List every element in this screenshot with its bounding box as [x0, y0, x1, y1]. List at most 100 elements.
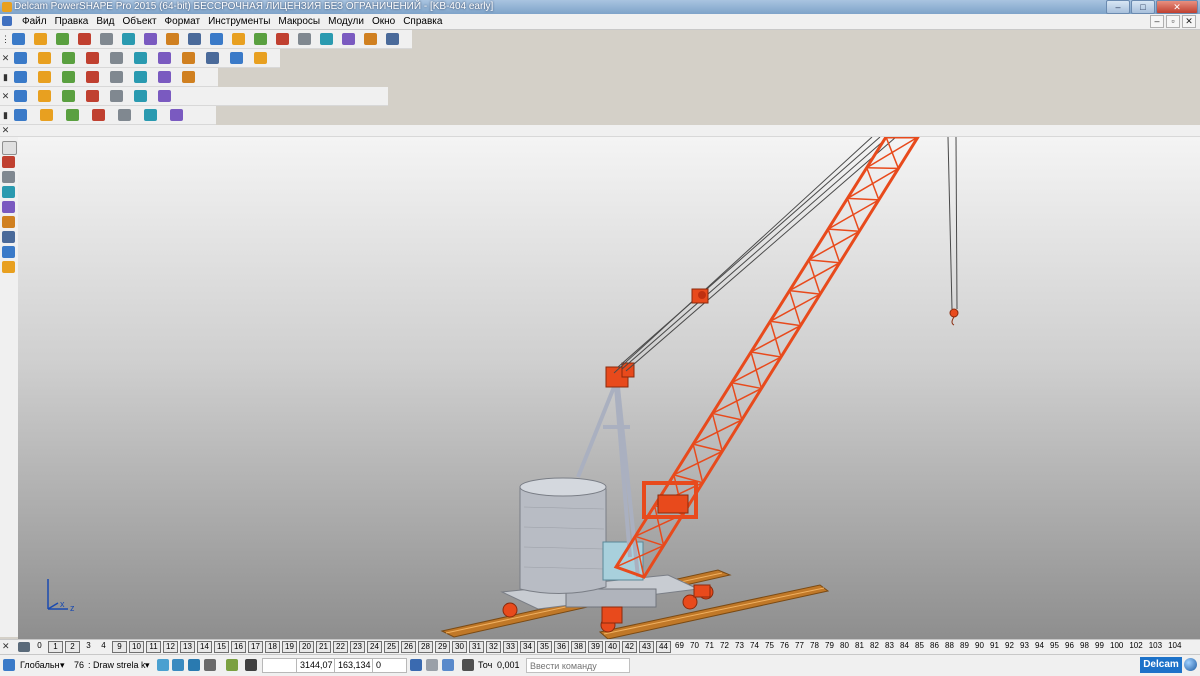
doc-close-button[interactable]: ✕ [1182, 15, 1196, 28]
level-button[interactable]: 39 [588, 641, 603, 653]
cube-icon[interactable] [14, 71, 27, 83]
level-button[interactable]: 70 [688, 641, 701, 651]
light-icon[interactable] [254, 52, 267, 64]
feature-icon[interactable] [2, 156, 15, 168]
level-button[interactable]: 40 [605, 641, 620, 653]
fillet-icon[interactable] [2, 246, 15, 258]
level-button[interactable]: 82 [868, 641, 881, 651]
analysis-icon[interactable] [118, 109, 131, 121]
move-icon[interactable] [134, 90, 147, 102]
toolbar-grip[interactable]: ⋮ [1, 32, 10, 46]
coord-z-field[interactable]: 0 [372, 658, 407, 673]
wireframe-icon[interactable] [230, 52, 243, 64]
menu-item-6[interactable]: Макросы [274, 15, 324, 28]
tool-icon[interactable] [386, 33, 399, 45]
level-name-select[interactable]: : Draw strela k [88, 658, 146, 672]
revolve-icon[interactable] [158, 71, 171, 83]
input-mode-icon[interactable] [426, 659, 438, 671]
level-button[interactable]: 42 [622, 641, 637, 653]
minimize-button[interactable]: – [1106, 0, 1130, 14]
level-button[interactable]: 19 [282, 641, 297, 653]
level-button[interactable]: 13 [180, 641, 195, 653]
rotate-icon[interactable] [182, 52, 195, 64]
grid-icon[interactable] [245, 659, 257, 671]
level-button[interactable]: 33 [503, 641, 518, 653]
level-button[interactable]: 81 [853, 641, 866, 651]
section-icon[interactable] [92, 109, 105, 121]
torus-icon[interactable] [86, 71, 99, 83]
redo-icon[interactable] [210, 33, 223, 45]
graphics-viewport[interactable]: x z [18, 137, 1200, 639]
level-button[interactable]: 92 [1003, 641, 1016, 651]
level-button[interactable]: 15 [214, 641, 229, 653]
level-button[interactable]: 31 [469, 641, 484, 653]
toolbar-close-icon[interactable]: ✕ [1, 125, 10, 136]
level-button[interactable]: 34 [520, 641, 535, 653]
mirror-icon[interactable] [62, 90, 75, 102]
solid-tool-icon[interactable] [2, 186, 15, 198]
command-input[interactable] [526, 658, 630, 673]
lock-icon[interactable] [204, 659, 216, 671]
save-icon[interactable] [56, 33, 69, 45]
level-button[interactable]: 1 [48, 641, 63, 653]
doc-minimize-button[interactable]: – [1150, 15, 1164, 28]
shade-icon[interactable] [206, 52, 219, 64]
level-button[interactable]: 80 [838, 641, 851, 651]
menu-item-8[interactable]: Окно [368, 15, 399, 28]
toolbar-grip[interactable]: ▮ [1, 70, 10, 84]
menu-item-0[interactable]: Файл [18, 15, 51, 28]
undo-icon[interactable] [100, 33, 113, 45]
level-button[interactable]: 4 [97, 641, 110, 651]
level-button[interactable]: 90 [973, 641, 986, 651]
grid-value-field[interactable] [262, 658, 297, 673]
level-button[interactable]: 30 [452, 641, 467, 653]
workplane-toggle-icon[interactable] [226, 659, 238, 671]
sweep-icon[interactable] [2, 261, 15, 273]
snap-icon[interactable] [172, 659, 184, 671]
document-icon[interactable] [2, 16, 12, 26]
print-icon[interactable] [78, 33, 91, 45]
level-button[interactable]: 85 [913, 641, 926, 651]
level-number[interactable]: 76 [74, 658, 84, 672]
level-button[interactable]: 93 [1018, 641, 1031, 651]
level-button[interactable]: 83 [883, 641, 896, 651]
level-button[interactable]: 76 [778, 641, 791, 651]
scale-icon[interactable] [110, 90, 123, 102]
plane-icon[interactable] [2, 201, 15, 213]
zoom-out-icon[interactable] [134, 52, 147, 64]
solid-icon[interactable] [342, 33, 355, 45]
render-icon[interactable] [144, 109, 157, 121]
pen-icon[interactable] [188, 33, 201, 45]
select-icon[interactable] [14, 90, 27, 102]
menu-item-7[interactable]: Модули [324, 15, 368, 28]
level-button[interactable]: 71 [703, 641, 716, 651]
level-button[interactable]: 18 [265, 641, 280, 653]
surface-icon[interactable] [320, 33, 333, 45]
copy-icon[interactable] [144, 33, 157, 45]
level-button[interactable]: 26 [401, 641, 416, 653]
menu-item-9[interactable]: Справка [399, 15, 446, 28]
menu-item-2[interactable]: Вид [92, 15, 118, 28]
paste-icon[interactable] [166, 33, 179, 45]
level-button[interactable]: 77 [793, 641, 806, 651]
measure-icon[interactable] [66, 109, 79, 121]
component-icon[interactable] [40, 109, 53, 121]
zoom-in-icon[interactable] [110, 52, 123, 64]
cut-icon[interactable] [122, 33, 135, 45]
level-button[interactable]: 73 [733, 641, 746, 651]
extrude-icon[interactable] [134, 71, 147, 83]
maximize-button[interactable]: □ [1131, 0, 1155, 14]
level-button[interactable]: 16 [231, 641, 246, 653]
level-button[interactable]: 88 [943, 641, 956, 651]
level-button[interactable]: 9 [112, 641, 127, 653]
line-icon[interactable] [254, 33, 267, 45]
circle-icon[interactable] [276, 33, 289, 45]
level-button[interactable]: 69 [673, 641, 686, 651]
level-button[interactable]: 44 [656, 641, 671, 653]
menu-item-1[interactable]: Правка [51, 15, 93, 28]
tolerance-value[interactable]: 0,001 [497, 658, 520, 672]
level-button[interactable]: 36 [554, 641, 569, 653]
level-button[interactable]: 11 [146, 641, 161, 653]
level-button[interactable]: 100 [1108, 641, 1125, 651]
level-button[interactable]: 98 [1078, 641, 1091, 651]
